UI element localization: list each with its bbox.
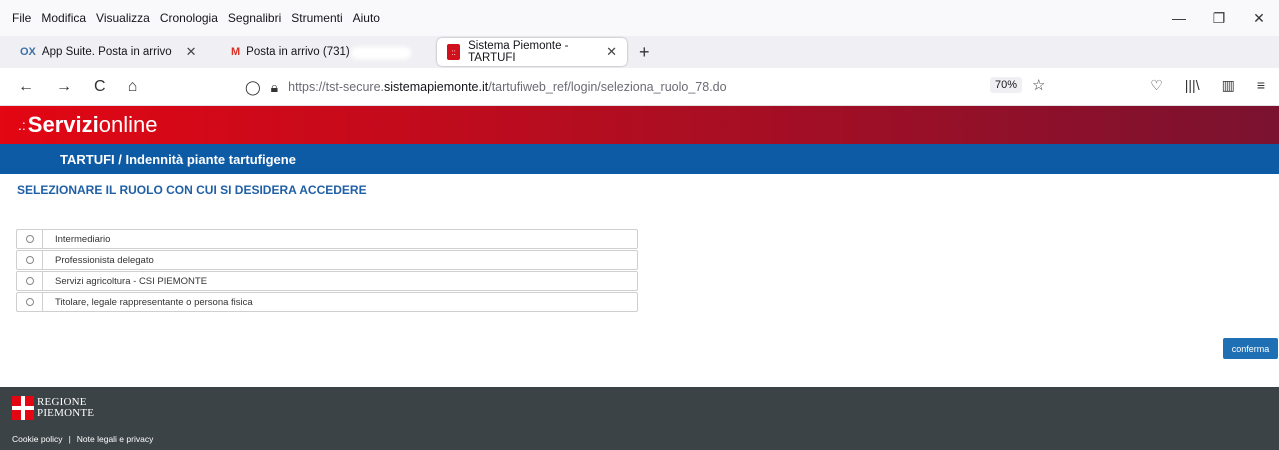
new-tab-button[interactable]: + [639, 42, 650, 63]
url-bar[interactable]: ◯ 🔒︎ https://tst-secure. sistemapiemonte.… [245, 73, 1045, 101]
menu-visualizza[interactable]: Visualizza [96, 11, 150, 25]
radio-button[interactable] [17, 293, 43, 311]
role-label: Servizi agricoltura - CSI PIEMONTE [55, 275, 208, 287]
shield-icon[interactable]: ◯ [245, 79, 261, 96]
brand-bold: Servizi [27, 112, 99, 137]
footer-links: Cookie policy | Note legali e privacy [12, 434, 153, 444]
tab-sistema-piemonte[interactable]: :: Sistema Piemonte - TARTUFI ✕ [437, 38, 627, 66]
menu-file[interactable]: File [12, 11, 31, 25]
tab-close-icon[interactable]: ✕ [186, 44, 197, 60]
redacted-blur [351, 47, 411, 59]
logo-line2: PIEMONTE [37, 407, 95, 419]
app-title: TARTUFI / Indennità piante tartufigene [60, 151, 296, 167]
tab-gmail[interactable]: M Posta in arrivo (731) [221, 38, 431, 66]
sistema-piemonte-icon: :: [447, 44, 461, 60]
role-option-professionista[interactable]: Professionista delegato [16, 250, 638, 270]
window-controls: — ❐ ✕ [1159, 0, 1279, 36]
role-label: Intermediario [55, 233, 111, 245]
menu-bar: File Modifica Visualizza Cronologia Segn… [0, 0, 1279, 36]
legal-notes-link[interactable]: Note legali e privacy [77, 434, 154, 444]
page-heading: SELEZIONARE IL RUOLO CON CUI SI DESIDERA… [17, 183, 367, 197]
brand-light: online [98, 112, 158, 137]
tab-title: Sistema Piemonte - TARTUFI [468, 40, 569, 64]
minimize-icon[interactable]: — [1159, 0, 1199, 36]
tab-app-suite[interactable]: OX App Suite. Posta in arrivo ✕ [10, 38, 215, 66]
tab-title: Posta in arrivo (731) [246, 46, 350, 58]
footer: REGIONE PIEMONTE Cookie policy | Note lega… [0, 387, 1279, 450]
radio-button[interactable] [17, 230, 43, 248]
confirm-button[interactable]: conferma [1223, 338, 1278, 359]
menu-cronologia[interactable]: Cronologia [160, 11, 218, 25]
role-option-servizi-agricoltura[interactable]: Servizi agricoltura - CSI PIEMONTE [16, 271, 638, 291]
app-title-bar: TARTUFI / Indennità piante tartufigene [0, 144, 1279, 174]
ox-icon: OX [20, 46, 36, 58]
radio-circle-icon [25, 277, 34, 285]
tab-bar: OX App Suite. Posta in arrivo ✕ M Posta … [0, 36, 1279, 68]
url-domain: sistemapiemonte.it [384, 80, 489, 94]
url-path: /tartufiweb_ref/login/seleziona_ruolo_78… [488, 80, 727, 94]
sidebar-icon[interactable]: ▥ [1222, 77, 1235, 94]
gmail-icon: M [231, 46, 241, 58]
restore-icon[interactable]: ❐ [1199, 0, 1239, 36]
lock-icon[interactable]: 🔒︎ [271, 79, 278, 96]
home-icon[interactable]: ⌂ [128, 78, 138, 96]
footer-separator: | [68, 434, 71, 444]
back-icon[interactable]: ← [18, 78, 34, 96]
role-option-intermediario[interactable]: Intermediario [16, 229, 638, 249]
radio-button[interactable] [17, 272, 43, 290]
radio-circle-icon [25, 298, 34, 306]
radio-circle-icon [25, 256, 34, 264]
hamburger-menu-icon[interactable]: ≡ [1257, 77, 1265, 94]
tab-close-icon[interactable]: ✕ [606, 44, 617, 60]
radio-button[interactable] [17, 251, 43, 269]
role-option-titolare[interactable]: Titolare, legale rappresentante o person… [16, 292, 638, 312]
menu-modifica[interactable]: Modifica [41, 11, 86, 25]
regione-piemonte-logo: REGIONE PIEMONTE [12, 396, 94, 420]
brand-header: .: Servizi online [0, 106, 1279, 144]
forward-icon[interactable]: → [56, 78, 72, 96]
role-label: Professionista delegato [55, 254, 154, 266]
close-window-icon[interactable]: ✕ [1239, 0, 1279, 36]
bookmark-star-icon[interactable]: ☆ [1032, 76, 1045, 94]
toolbar-icons: ♡ |||\ ▥ ≡ [1128, 77, 1265, 94]
role-label: Titolare, legale rappresentante o person… [55, 296, 253, 308]
zoom-indicator[interactable]: 70% [990, 77, 1023, 93]
menu-aiuto[interactable]: Aiuto [353, 11, 380, 25]
menu-strumenti[interactable]: Strumenti [291, 11, 342, 25]
tab-title: App Suite. Posta in arrivo [41, 46, 172, 58]
reload-icon[interactable]: C [94, 78, 106, 96]
menu-segnalibri[interactable]: Segnalibri [228, 11, 281, 25]
cookie-policy-link[interactable]: Cookie policy [12, 434, 63, 444]
role-list: Intermediario Professionista delegato Se… [16, 229, 638, 313]
url-prefix: https://tst-secure. [288, 80, 384, 94]
navigation-bar: ← → C ⌂ ◯ 🔒︎ https://tst-secure. sistemap… [0, 68, 1279, 106]
brand-dots-icon: .: [18, 117, 26, 133]
pocket-icon[interactable]: ♡ [1150, 77, 1163, 94]
library-icon[interactable]: |||\ [1185, 77, 1200, 94]
piemonte-flag-icon [12, 396, 34, 420]
radio-circle-icon [25, 235, 34, 243]
